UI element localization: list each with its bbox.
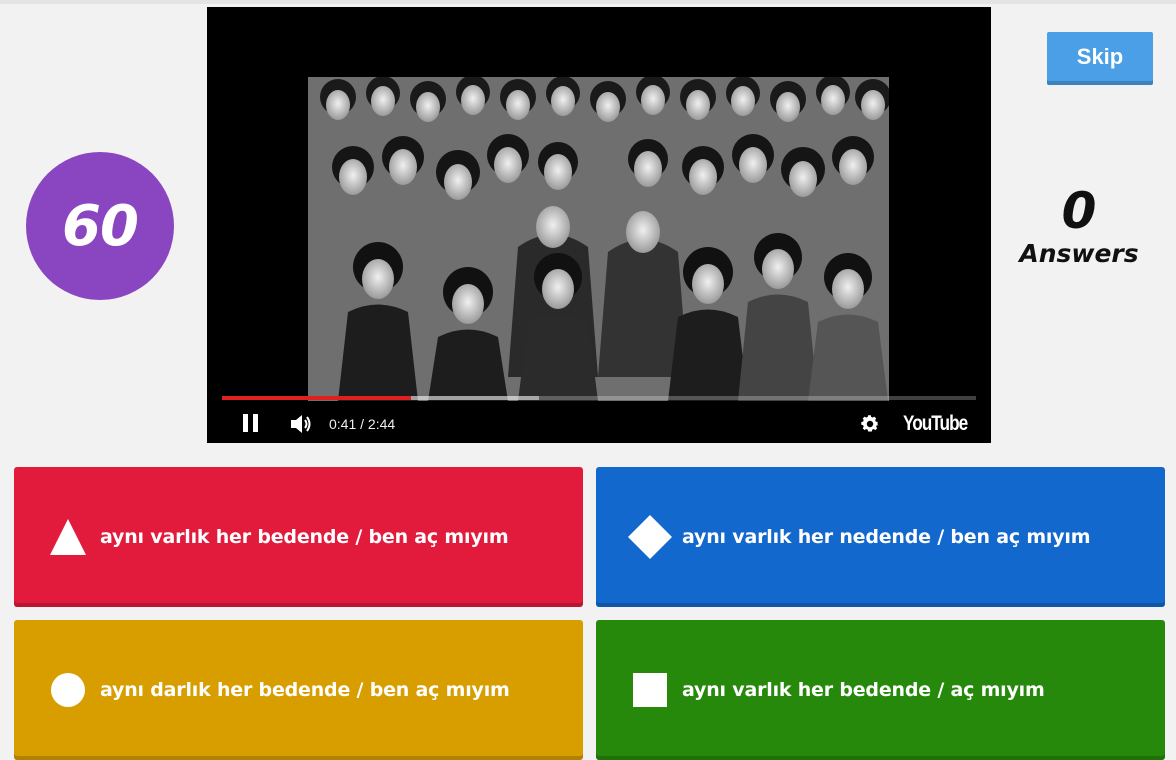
countdown-timer: 60 (26, 152, 174, 300)
answer-option-blue[interactable]: aynı varlık her nedende / ben aç mıyım (596, 467, 1165, 607)
video-frame-image[interactable] (308, 77, 889, 401)
diamond-icon (628, 515, 672, 559)
video-progress-bar[interactable] (222, 396, 976, 400)
answer-text: aynı varlık her bedende / ben aç mıyım (100, 526, 509, 548)
top-border (0, 0, 1176, 4)
answer-option-yellow[interactable]: aynı darlık her bedende / ben aç mıyım (14, 620, 583, 760)
answer-option-green[interactable]: aynı varlık her bedende / aç mıyım (596, 620, 1165, 760)
group-photo-illustration (308, 77, 889, 401)
gear-icon[interactable] (859, 413, 881, 435)
video-progress-fill (222, 396, 411, 400)
youtube-logo[interactable]: YouTube (903, 412, 968, 436)
pause-icon[interactable] (243, 414, 259, 432)
answers-label: Answers (1019, 239, 1139, 268)
timer-value: 60 (62, 193, 139, 259)
circle-icon (51, 673, 85, 707)
skip-button[interactable]: Skip (1047, 32, 1153, 85)
video-controls: 0:41 / 2:44 YouTube (207, 405, 991, 443)
answers-count: 0 (1061, 182, 1097, 240)
answer-text: aynı darlık her bedende / ben aç mıyım (100, 679, 510, 701)
answer-text: aynı varlık her bedende / aç mıyım (682, 679, 1045, 701)
video-time-display: 0:41 / 2:44 (329, 416, 396, 432)
square-icon (633, 673, 667, 707)
video-player[interactable]: 0:41 / 2:44 YouTube (207, 7, 991, 443)
answer-text: aynı varlık her nedende / ben aç mıyım (682, 526, 1091, 548)
answers-counter: 0 Answers (1012, 182, 1146, 268)
volume-icon[interactable] (289, 413, 313, 435)
triangle-icon (50, 519, 86, 555)
answer-option-red[interactable]: aynı varlık her bedende / ben aç mıyım (14, 467, 583, 607)
